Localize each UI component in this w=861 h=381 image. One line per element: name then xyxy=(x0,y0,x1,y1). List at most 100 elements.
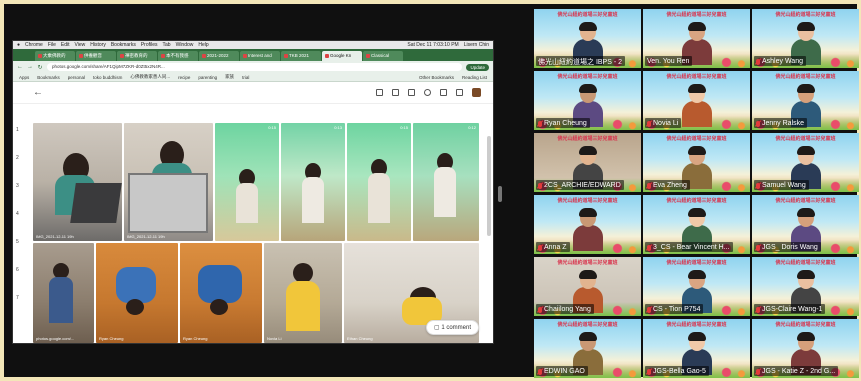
participant-tile[interactable]: 佛光山紐約道場三好兒童班 Chaiilong Yang xyxy=(534,257,641,316)
tab-favicon-icon xyxy=(243,53,247,58)
class-banner: 佛光山紐約道場三好兒童班 xyxy=(557,322,618,328)
forward-icon[interactable]: → xyxy=(27,64,33,70)
photo-thumbnail[interactable]: 0:15 xyxy=(215,123,279,241)
photo-thumbnail[interactable]: Ryan Cheung xyxy=(180,243,262,343)
photo-thumbnail[interactable]: Ryan Cheung xyxy=(96,243,178,343)
participant-tile[interactable]: 佛光山紐約道場三好兒童班 JGS_ Doris Wang xyxy=(752,195,859,254)
update-button[interactable]: Update xyxy=(466,63,489,71)
back-icon[interactable]: ← xyxy=(17,64,23,70)
participant-tile[interactable]: 佛光山紐約道場三好兒童班 Eva Zheng xyxy=(643,133,750,192)
bookmark-item[interactable]: Bookmarks xyxy=(37,75,60,80)
menu-history[interactable]: History xyxy=(90,42,106,48)
participant-name: Ryan Cheung xyxy=(544,120,587,127)
photo-thumbnail[interactable]: Novia Li xyxy=(264,243,342,343)
apple-icon[interactable]: ● xyxy=(17,42,20,48)
participant-tile[interactable]: 佛光山紐約道場三好兒童班 JGS-Bella Gao-5 xyxy=(643,319,750,378)
participant-video xyxy=(571,208,605,251)
participant-gallery: 佛光山紐約道場三好兒童班 佛光山紐約道場之 IBPS - 2 佛光山紐約道場三好兒童… xyxy=(534,9,859,381)
other-bookmarks[interactable]: Other Bookmarks xyxy=(419,75,454,80)
participant-name-bar: JGS-Bella Gao-5 xyxy=(645,366,709,376)
menu-chrome[interactable]: Chrome xyxy=(25,42,43,48)
class-banner: 佛光山紐約道場三好兒童班 xyxy=(557,260,618,266)
menu-tab[interactable]: Tab xyxy=(163,42,171,48)
participant-video xyxy=(680,84,714,127)
menu-edit[interactable]: Edit xyxy=(61,42,70,48)
share-icon[interactable] xyxy=(376,89,383,96)
bookmark-item[interactable]: 家族 xyxy=(225,74,234,80)
participant-tile[interactable]: 佛光山紐約道場三好兒童班 Anna Z xyxy=(534,195,641,254)
browser-tab[interactable]: 大乘佛教的 xyxy=(35,51,75,61)
back-arrow-icon[interactable]: ← xyxy=(33,87,43,98)
browser-tab[interactable]: TKB 2021 xyxy=(281,51,321,61)
browser-tab-active[interactable]: Google Kn xyxy=(322,51,362,61)
menubar-user[interactable]: Lisern Chin xyxy=(464,42,489,48)
tab-label: Google Kn xyxy=(330,53,352,58)
photo-thumbnail[interactable]: IMG_2021-12-11 19h xyxy=(33,123,122,241)
photo-thumbnail[interactable]: photos.google.com/... xyxy=(33,243,94,343)
participant-tile[interactable]: 佛光山紐約道場三好兒童班 EDWIN GAO xyxy=(534,319,641,378)
url-bar[interactable]: photos.google.com/share/AF1QipM7ZKR-d0Zt… xyxy=(47,63,463,71)
photo-thumbnail[interactable]: IMG_2021-12-11 19h xyxy=(124,123,213,241)
photo-thumbnail[interactable]: 0:15 xyxy=(347,123,411,241)
muted-mic-icon xyxy=(538,120,542,127)
menu-help[interactable]: Help xyxy=(198,42,208,48)
participant-tile[interactable]: 佛光山紐約道場三好兒童班 2CS_ARCHIE/EDWARD xyxy=(534,133,641,192)
participant-tile[interactable]: 佛光山紐約道場三好兒童班 Ryan Cheung xyxy=(534,71,641,130)
participant-name-bar: JGS_ Doris Wang xyxy=(754,242,821,252)
more-options-icon[interactable] xyxy=(456,89,463,96)
browser-tab[interactable]: 2021-2022 xyxy=(199,51,239,61)
participant-tile[interactable]: 佛光山紐約道場三好兒童班 Novia Li xyxy=(643,71,750,130)
browser-tab[interactable]: Interest and xyxy=(240,51,280,61)
bookmark-item[interactable]: recipe xyxy=(178,75,190,80)
shared-screen: ● Chrome File Edit View History Bookmark… xyxy=(12,40,494,344)
photo-thumbnail[interactable]: 0:12 xyxy=(413,123,479,241)
reading-list[interactable]: Reading List xyxy=(462,75,487,80)
browser-tab[interactable]: 本不有我感 xyxy=(158,51,198,61)
tab-favicon-icon xyxy=(284,53,288,58)
menu-file[interactable]: File xyxy=(48,42,56,48)
menu-profiles[interactable]: Profiles xyxy=(141,42,158,48)
participant-tile[interactable]: 佛光山紐約道場三好兒童班 佛光山紐約道場之 IBPS - 2 xyxy=(534,9,641,68)
split-drag-handle[interactable] xyxy=(498,186,502,202)
scrollbar-thumb[interactable] xyxy=(487,136,491,236)
participant-tile[interactable]: 佛光山紐約道場三好兒童班 Ashley Wang xyxy=(752,9,859,68)
class-banner: 佛光山紐約道場三好兒童班 xyxy=(775,260,836,266)
bookmark-item[interactable]: Apps xyxy=(19,75,29,80)
participant-tile[interactable]: 佛光山紐約道場三好兒童班 Samuel Wang xyxy=(752,133,859,192)
participant-tile[interactable]: 佛光山紐約道場三好兒童班 3_CS - Bear Vincent H... xyxy=(643,195,750,254)
bookmark-item[interactable]: personal xyxy=(68,75,85,80)
bookmark-item[interactable]: toko buddhism xyxy=(93,75,122,80)
browser-tab[interactable]: Classical xyxy=(363,51,403,61)
photo-thumbnail[interactable]: 0:13 xyxy=(281,123,345,241)
participant-name-bar: Samuel Wang xyxy=(754,180,809,190)
comments-button[interactable]: ▢ 1 comment xyxy=(425,320,479,335)
reload-icon[interactable]: ↻ xyxy=(37,64,43,71)
participant-name: JGS-Claire Wang-1 xyxy=(762,306,823,313)
bookmark-item[interactable]: trial xyxy=(242,75,249,80)
add-photo-icon[interactable] xyxy=(392,89,399,96)
avatar[interactable] xyxy=(472,88,481,97)
participant-tile[interactable]: 佛光山紐約道場三好兒童班 CS - Tion P754 xyxy=(643,257,750,316)
participant-tile[interactable]: 佛光山紐約道場三好兒童班 JGS-Claire Wang-1 xyxy=(752,257,859,316)
menu-bookmarks[interactable]: Bookmarks xyxy=(111,42,136,48)
bookmark-item[interactable]: 心佛教教家善人同... xyxy=(130,74,170,80)
browser-tab[interactable]: 供養觀音 xyxy=(76,51,116,61)
menu-window[interactable]: Window xyxy=(176,42,194,48)
row-number: 3 xyxy=(16,183,19,189)
participant-tile[interactable]: 佛光山紐約道場三好兒童班 JGS - Katie Z - 2nd G... xyxy=(752,319,859,378)
participant-name-bar: JGS-Claire Wang-1 xyxy=(754,304,826,314)
browser-tab[interactable]: 禪密教育的 xyxy=(117,51,157,61)
participant-tile[interactable]: 佛光山紐約道場三好兒童班 Jenny Ralske xyxy=(752,71,859,130)
class-banner: 佛光山紐約道場三好兒童班 xyxy=(557,198,618,204)
class-banner: 佛光山紐約道場三好兒童班 xyxy=(775,198,836,204)
menu-view[interactable]: View xyxy=(75,42,86,48)
participant-name: Chaiilong Yang xyxy=(544,306,591,313)
info-icon[interactable] xyxy=(424,89,431,96)
comment-icon[interactable] xyxy=(408,89,415,96)
class-banner: 佛光山紐約道場三好兒童班 xyxy=(666,198,727,204)
participant-tile[interactable]: 佛光山紐約道場三好兒童班 Ven. You Ren xyxy=(643,9,750,68)
bookmark-item[interactable]: parenting xyxy=(198,75,217,80)
download-icon[interactable] xyxy=(440,89,447,96)
muted-mic-icon xyxy=(538,182,542,189)
row-number: 2 xyxy=(16,155,19,161)
